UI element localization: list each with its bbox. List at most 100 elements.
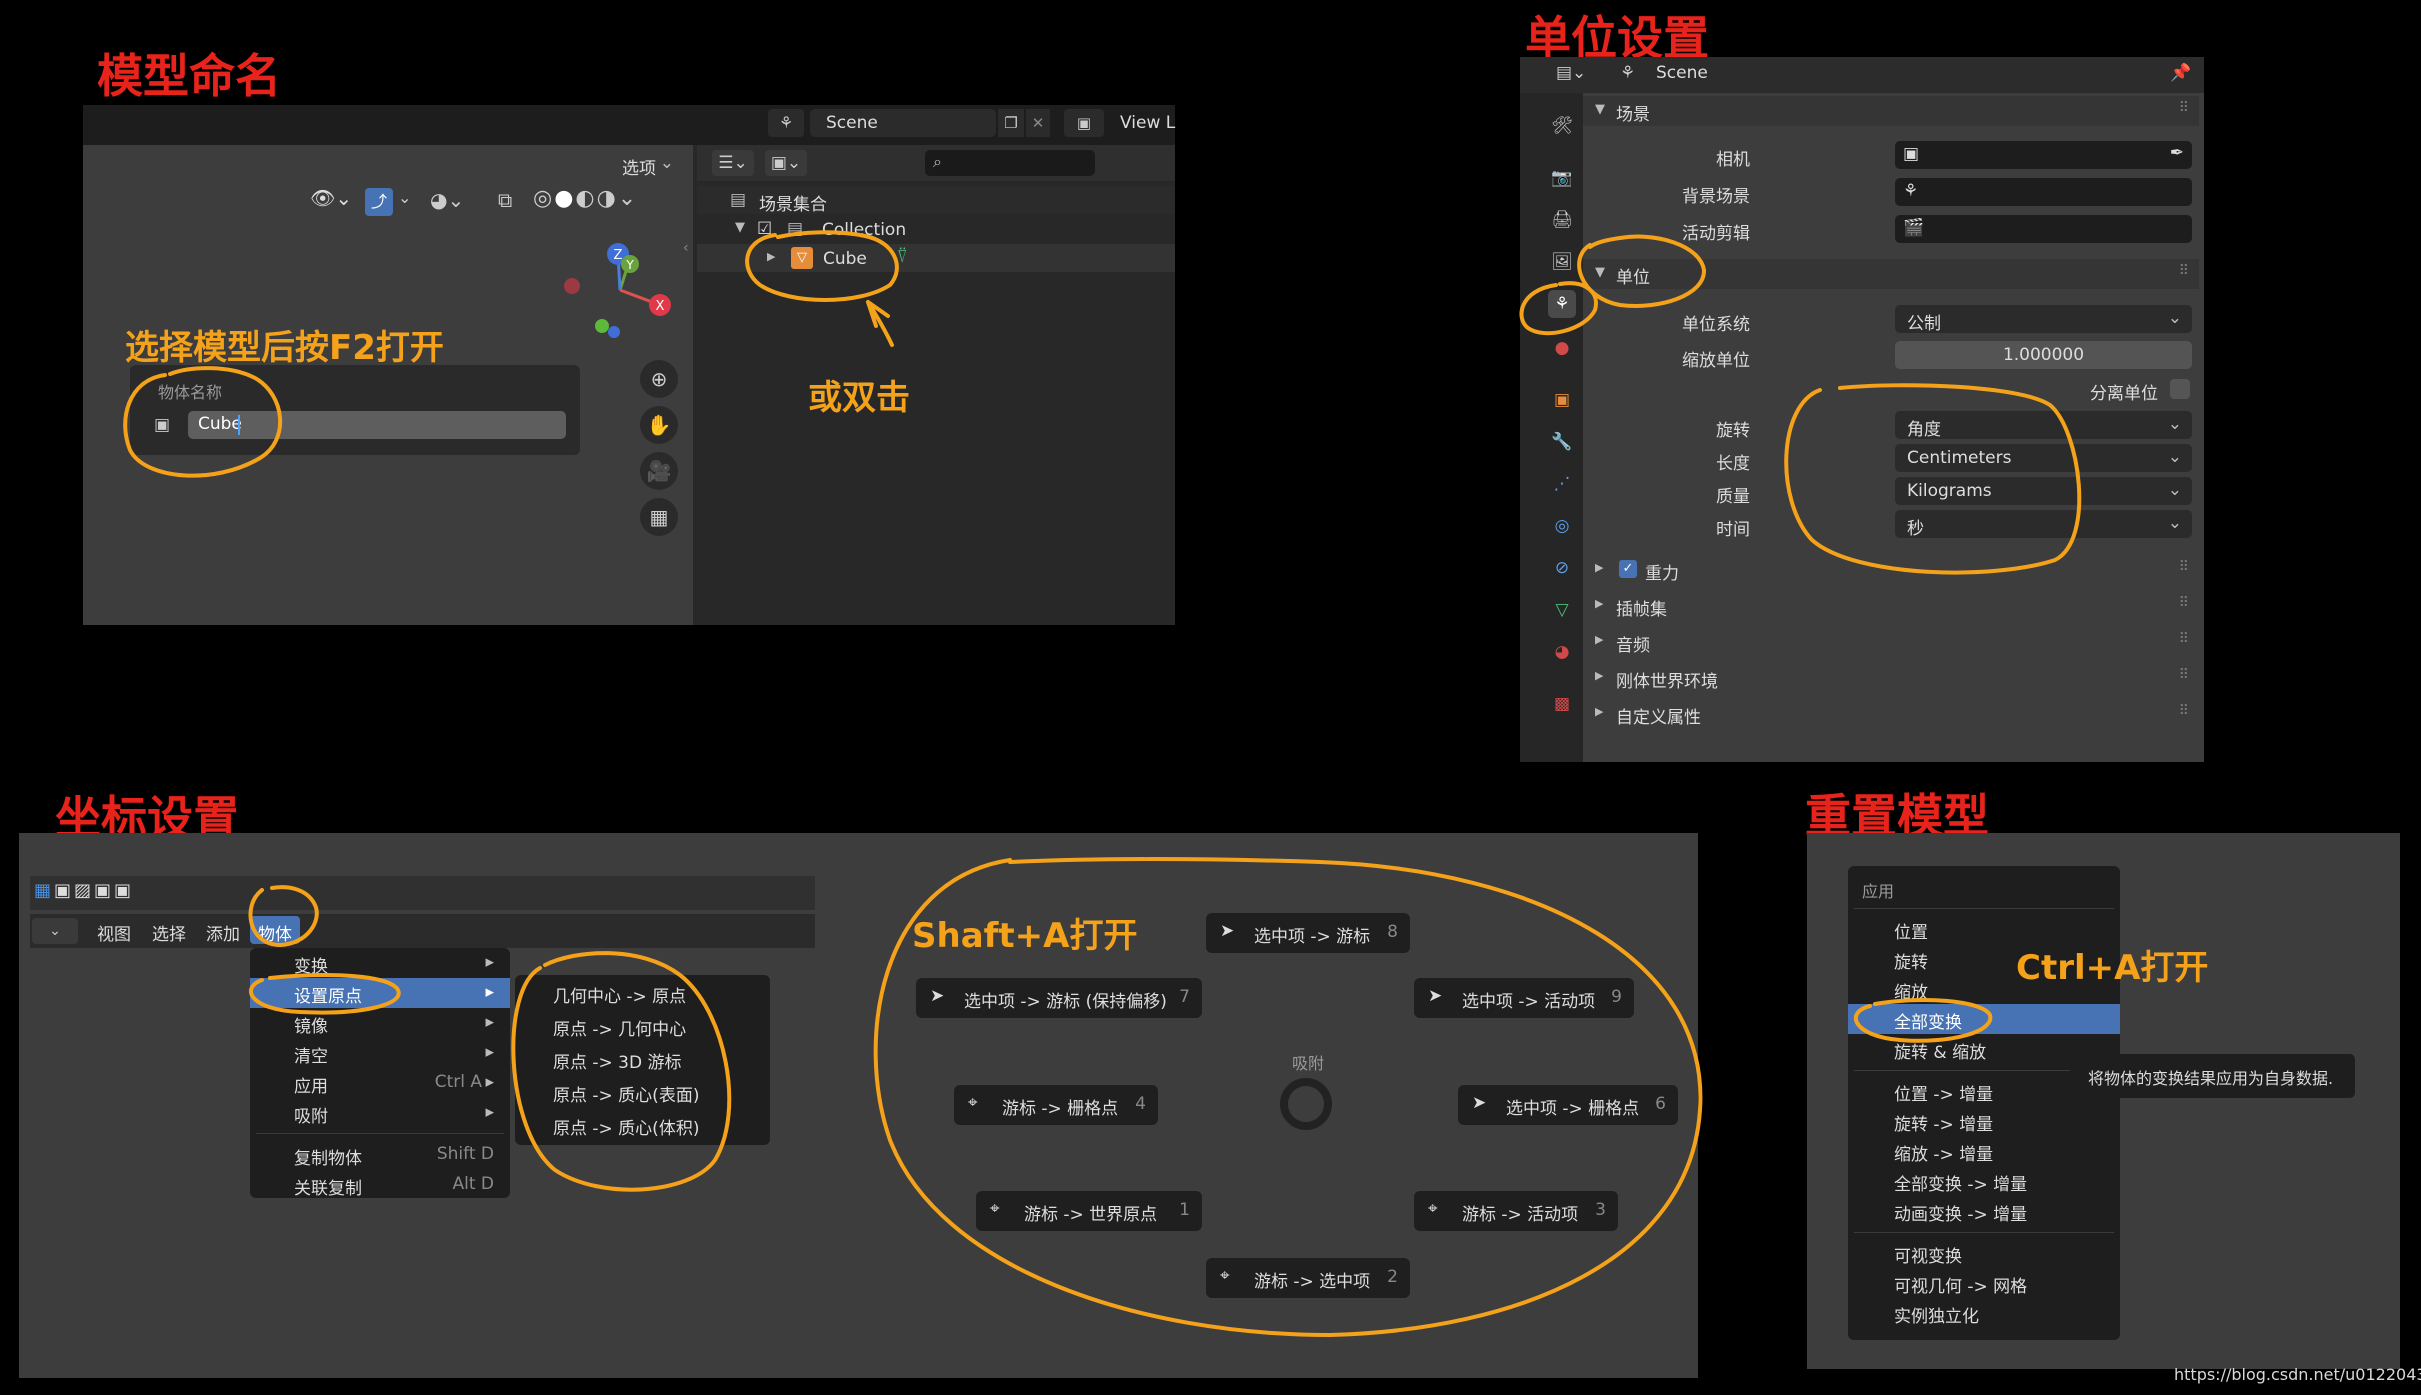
shading-modes[interactable]: ◎●◐◑⌄ [533, 186, 638, 211]
menu-view[interactable]: 视图 [97, 920, 131, 945]
drag-handle-icon[interactable]: ⠿ [2179, 559, 2189, 575]
apply-item[interactable]: 可视变换 [1848, 1238, 2120, 1268]
drag-handle-icon[interactable]: ⠿ [2179, 595, 2189, 611]
select-mode-icons[interactable]: ▦▣▨▣▣ [34, 880, 180, 906]
time-dropdown[interactable]: 秒 ⌄ [1895, 510, 2192, 539]
length-dropdown[interactable]: Centimeters ⌄ [1895, 444, 2192, 472]
tool-icon[interactable]: 🛠 [1548, 112, 1576, 140]
submenu-item[interactable]: 原点 -> 质心(表面) [515, 1077, 770, 1107]
chevron-down-icon[interactable]: ⌄ [398, 188, 411, 207]
drag-handle-icon[interactable]: ⠿ [2179, 100, 2189, 116]
gravity-panel-header[interactable]: ▶ ✓ 重力 ⠿ [1583, 555, 2199, 585]
mesh-data-icon[interactable]: ▽ [1548, 596, 1576, 624]
render-icon[interactable]: 📷 [1548, 164, 1576, 192]
submenu-item[interactable]: 几何中心 -> 原点 [515, 978, 770, 1008]
drag-handle-icon[interactable]: ⠿ [2179, 703, 2189, 719]
zoom-icon[interactable]: ⊕ [640, 360, 678, 398]
view-layer-label[interactable]: View L [1120, 113, 1175, 133]
scene-field[interactable]: Scene [810, 109, 996, 137]
world-icon[interactable]: ● [1548, 334, 1576, 362]
modifier-icon[interactable]: 🔧 [1548, 428, 1576, 456]
texture-icon[interactable]: ▩ [1548, 690, 1576, 718]
hand-pan-icon[interactable]: ✋ [640, 406, 678, 444]
gravity-checkbox[interactable]: ✓ [1619, 560, 1637, 578]
display-mode-icon[interactable]: ☰⌄ [712, 150, 754, 176]
particles-icon[interactable]: ⋰ [1548, 470, 1576, 498]
menu-add[interactable]: 添加 [206, 920, 240, 945]
drag-handle-icon[interactable]: ⠿ [2179, 263, 2189, 279]
menu-item-duplicate[interactable]: 复制物体 Shift D [250, 1140, 510, 1170]
material-icon[interactable]: ◕ [1548, 638, 1576, 666]
pie-item-top-right[interactable]: ➤ 选中项 -> 活动项 9 [1414, 978, 1634, 1018]
apply-item[interactable]: 缩放 -> 增量 [1848, 1136, 2120, 1166]
keying-sets-panel-header[interactable]: ▶ 插帧集 ⠿ [1583, 591, 2199, 621]
pie-item-bottom-left[interactable]: ⌖ 游标 -> 世界原点 1 [976, 1191, 1202, 1231]
menu-item-apply[interactable]: 应用 Ctrl A ▸ [250, 1068, 510, 1098]
view-layer-icon[interactable]: 🖼 [1548, 248, 1576, 276]
active-clip-field[interactable]: 🎬 [1895, 215, 2192, 243]
pin-icon[interactable]: 📌 [2170, 63, 2191, 83]
rotation-dropdown[interactable]: 角度 ⌄ [1895, 411, 2192, 440]
apply-item[interactable]: 全部变换 -> 增量 [1848, 1166, 2120, 1196]
drag-handle-icon[interactable]: ⠿ [2179, 667, 2189, 683]
eyedropper-icon[interactable]: ✒ [2170, 143, 2184, 163]
apply-item[interactable]: 动画变换 -> 增量 [1848, 1196, 2120, 1226]
xray-icon[interactable]: ⧉ [498, 188, 512, 212]
menu-object[interactable]: 物体 [250, 916, 300, 945]
submenu-item[interactable]: 原点 -> 几何中心 [515, 1011, 770, 1041]
menu-item-snap[interactable]: 吸附 ▸ [250, 1098, 510, 1128]
outliner-row[interactable]: ▶ ▽ Cube ⍢ [697, 244, 1175, 272]
collapse-arrow-icon[interactable]: ‹ [683, 240, 689, 256]
expand-arrow-icon[interactable]: ▶ [767, 250, 775, 263]
apply-item[interactable]: 实例独立化 [1848, 1298, 2120, 1328]
mass-dropdown[interactable]: Kilograms ⌄ [1895, 477, 2192, 505]
bg-scene-field[interactable]: ⚘ [1895, 178, 2192, 206]
submenu-item[interactable]: 原点 -> 质心(体积) [515, 1110, 770, 1140]
menu-item-set-origin[interactable]: 设置原点 ▸ [250, 978, 510, 1008]
rigid-body-panel-header[interactable]: ▶ 刚体世界环境 ⠿ [1583, 663, 2199, 693]
expand-arrow-icon[interactable]: ▼ [735, 220, 745, 235]
apply-item[interactable]: 可视几何 -> 网格 [1848, 1268, 2120, 1298]
outliner-row[interactable]: ▤ 场景集合 [697, 186, 1175, 215]
grid-view-icon[interactable]: ▦ [640, 498, 678, 536]
close-scene-icon[interactable]: ✕ [1026, 109, 1050, 137]
scene-panel-header[interactable]: ▼ 场景 ⠿ [1583, 96, 2199, 126]
drag-handle-icon[interactable]: ⠿ [2179, 631, 2189, 647]
pie-item-top-left[interactable]: ➤ 选中项 -> 游标 (保持偏移) 7 [916, 978, 1202, 1018]
camera-view-icon[interactable]: 🎥 [640, 452, 678, 490]
menu-item-mirror[interactable]: 镜像 ▸ [250, 1008, 510, 1038]
checkbox-icon[interactable]: ☑ [757, 219, 772, 239]
scene-tab-icon[interactable]: ⚘ [1548, 290, 1576, 318]
pie-item-left[interactable]: ⌖ 游标 -> 栅格点 4 [954, 1085, 1158, 1125]
object-name-input[interactable]: Cube [188, 411, 566, 439]
audio-panel-header[interactable]: ▶ 音频 ⠿ [1583, 627, 2199, 657]
editor-type-icon[interactable]: ▤⌄ [1556, 63, 1586, 83]
pie-item-right[interactable]: ➤ 选中项 -> 栅格点 6 [1458, 1085, 1678, 1125]
pie-item-bottom-right[interactable]: ⌖ 游标 -> 活动项 3 [1414, 1191, 1618, 1231]
options-dropdown[interactable]: 选项 ⌄ [612, 150, 684, 179]
menu-item-transform[interactable]: 变换 ▸ [250, 948, 510, 978]
copy-scene-icon[interactable]: ❐ [998, 109, 1024, 137]
camera-field[interactable]: ▣ ✒ [1895, 141, 2192, 169]
separate-units-checkbox[interactable] [2170, 379, 2190, 399]
units-panel-header[interactable]: ▼ 单位 ⠿ [1583, 259, 2199, 289]
custom-props-panel-header[interactable]: ▶ 自定义属性 ⠿ [1583, 699, 2199, 729]
submenu-item[interactable]: 原点 -> 3D 游标 [515, 1044, 770, 1074]
overlay-icon[interactable]: ◕⌄ [430, 188, 464, 212]
unit-system-dropdown[interactable]: 公制 ⌄ [1895, 305, 2192, 334]
outliner-search-input[interactable]: ⌕ [925, 150, 1095, 176]
mode-dropdown[interactable]: ⌄ [32, 918, 78, 944]
menu-item-linked-duplicate[interactable]: 关联复制 Alt D [250, 1170, 510, 1200]
visibility-icon[interactable]: 👁⌄ [310, 186, 360, 216]
object-icon[interactable]: ▣ [1548, 386, 1576, 414]
gizmo-toggle-icon[interactable]: ⤴ [365, 188, 393, 216]
apply-item-all-transforms[interactable]: 全部变换 [1848, 1004, 2120, 1034]
scene-icon[interactable]: ⚘ [768, 109, 804, 137]
pie-item-bottom[interactable]: ⌖ 游标 -> 选中项 2 [1206, 1258, 1410, 1298]
output-icon[interactable]: 🖨 [1548, 206, 1576, 234]
filter-icon[interactable]: ▣⌄ [765, 150, 807, 176]
physics-icon[interactable]: ◎ [1548, 512, 1576, 540]
pie-item-top[interactable]: ➤ 选中项 -> 游标 8 [1206, 913, 1410, 953]
nav-gizmo[interactable]: X Z Y [550, 240, 690, 340]
unit-scale-field[interactable]: 1.000000 [1895, 341, 2192, 369]
